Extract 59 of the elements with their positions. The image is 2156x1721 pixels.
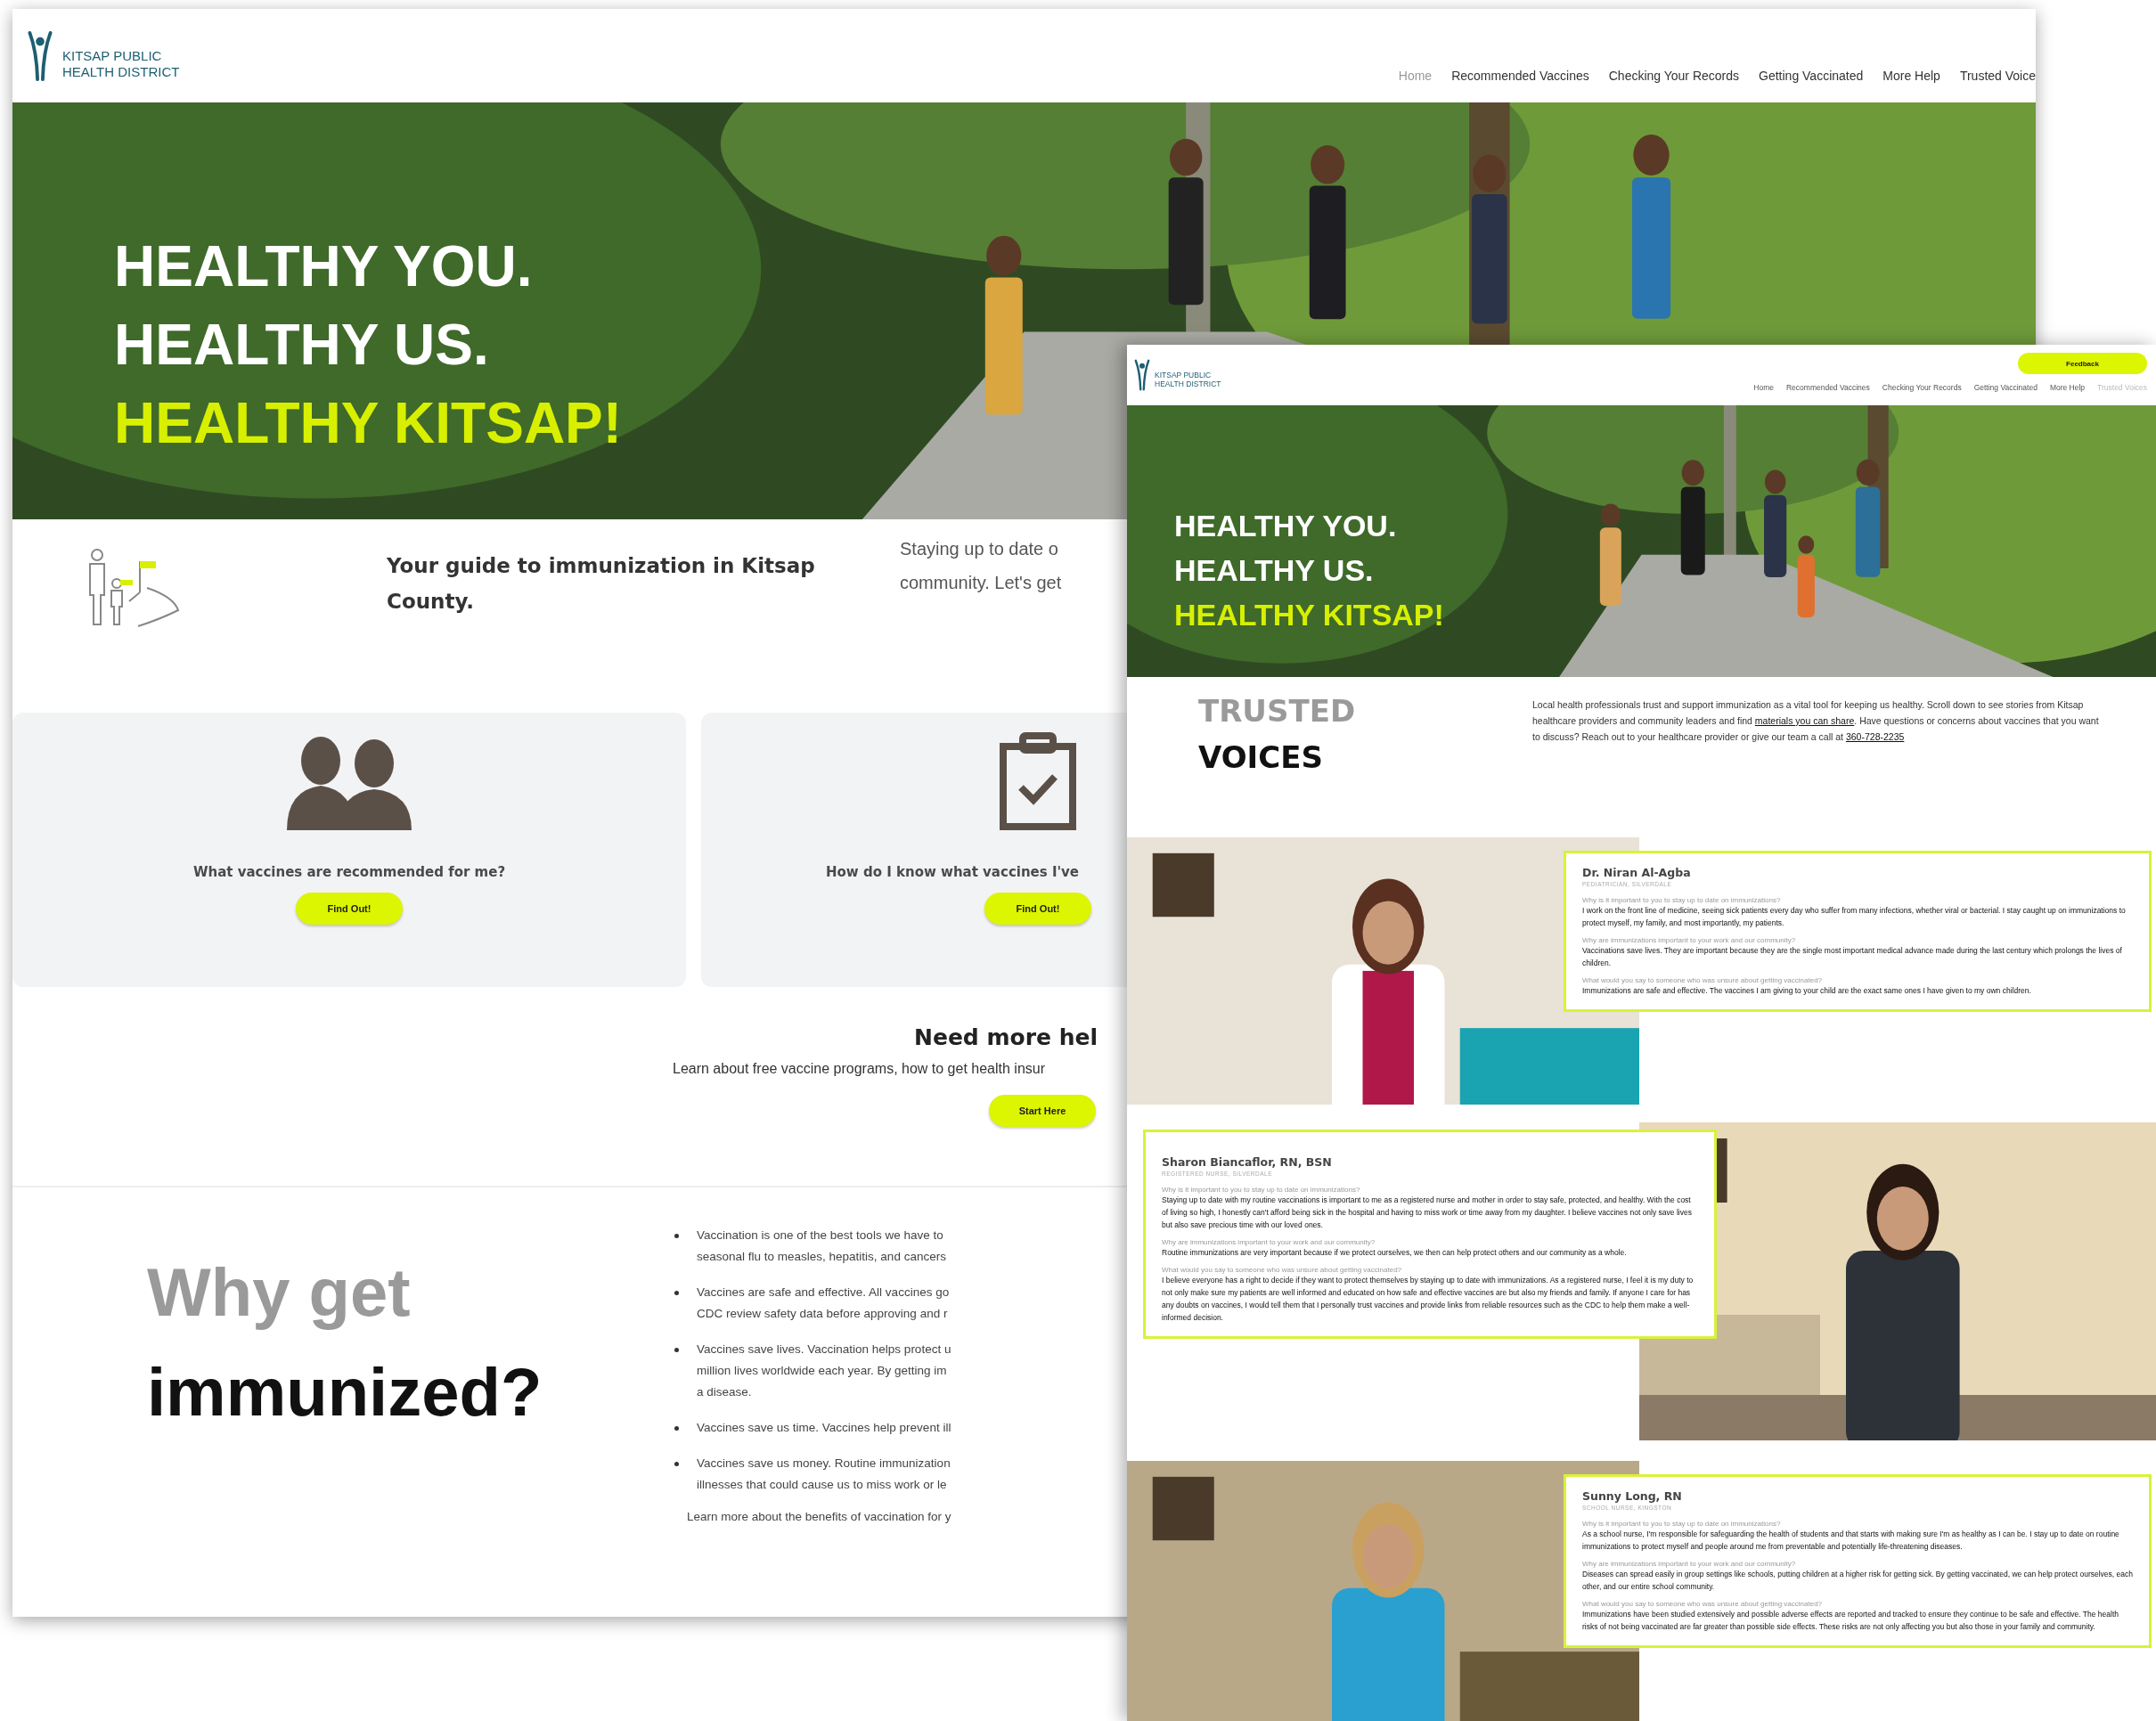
section-heading: Need more hel [914, 1024, 1098, 1050]
section-heading: immunized? [147, 1353, 543, 1431]
clipboard-icon [998, 732, 1078, 830]
logo-icon [27, 29, 53, 82]
card-question: How do I know what vaccines I've [826, 864, 1080, 880]
nav-link[interactable]: Checking Your Records [1608, 69, 1740, 83]
answer-text: Immunizations are safe and effective. The vaccines I am giving to your child are the exact same ones I have given to my own children. [1582, 985, 2032, 997]
find-out-button[interactable]: Find Out! [984, 893, 1091, 925]
start-here-button[interactable]: Start Here [989, 1095, 1096, 1127]
card-question: What vaccines are recommended for me? [192, 864, 506, 880]
question-text: What would you say to someone who was unsure about getting vaccinated? [1582, 1600, 1824, 1608]
hero-headline: HEALTHY US. [1174, 552, 1374, 589]
bullet-icon [674, 1348, 679, 1352]
intro-text: Staying up to date o community. Let's get [900, 538, 1062, 594]
person-name: Sunny Long, RN [1582, 1489, 1683, 1503]
question-text: Why is it important to you to stay up to date on immunizations? [1582, 1520, 1782, 1528]
answer-text: Routine immunizations are very important because if we protect ourselves, we then can help protect others and our community as a whole. [1162, 1247, 1628, 1259]
page-heading: VOICES [1198, 738, 1323, 777]
intro-paragraph: Local health professionals trust and support immunization as a vital tool for keeping us healthy. Scroll down to see stories from Kitsap healthcare providers and community leaders and find materials you can share. Have questions or concerns about vaccines that you want to discuss? Reach out to your healthcare provider or give our team a call at 360-728-2235 [1532, 698, 2100, 744]
bullet-icon [674, 1234, 679, 1238]
answer-text: Diseases can spread easily in group settings like schools, putting children at a higher risk for getting sick. By getting vaccinated, we can help protect ourselves, each other, and our entire school community. [1582, 1569, 2133, 1593]
page-heading: TRUSTED [1198, 692, 1356, 730]
bullet-text: Vaccines save lives. Vaccination helps protect u million lives worldwide each year. By getting im a disease. [697, 1342, 951, 1400]
question-text: Why are immunizations important to your work and our community? [1582, 936, 1797, 944]
link[interactable]: 360-728-2235 [1845, 731, 1905, 742]
bullet-text: Vaccines save us money. Routine immunization illnesses that could cause us to miss work or le [697, 1456, 951, 1493]
answer-text: As a school nurse, I'm responsible for safeguarding the health of students and that starts with making sure I'm as healthy as I can be. I stay up to date on routine immunizations to protect myself and people around me from preventable and potentially life-threatening diseases. [1582, 1529, 2120, 1553]
question-text: What would you say to someone who was unsure about getting vaccinated? [1162, 1266, 1403, 1274]
person-name: Dr. Niran Al-Agba [1582, 866, 1692, 879]
answer-text: I believe everyone has a right to decide if they want to protect themselves by staying up to date with immunizations. As a registered nurse, I feel it is my duty to not only make sure my patients are well informed and educated on how safe and effective vaccines are but also my friends and family. If anyone I care for has any doubts on vaccines, I would tell them that I personally trust vaccines and provide links from reliable resources such as the CDC to help them make a well-informed decision. [1162, 1275, 1695, 1324]
question-text: Why is it important to you to stay up to date on immunizations? [1582, 896, 1782, 904]
logo-text: KITSAP PUBLIC HEALTH DISTRICT [62, 46, 180, 80]
nav-link[interactable]: More Help [1882, 69, 1940, 83]
answer-text: Immunizations have been studied extensively and possible adverse effects are reported and tracked to ensure they continue to be safe and effective. The health risks of not being vaccinated are far greater than possible side effects. These risks are not only affecting you but also those in your family and community. [1582, 1609, 2119, 1633]
answer-text: I work on the front line of medicine, seeing sick patients every day who suffer from many infections, whether viral or bacterial. I stay caught up on immunizations to protect myself, my family, and most importantly, my patients. [1582, 905, 2127, 929]
bullet-text: Vaccines are safe and effective. All vaccines go CDC review safety data before approving and r [697, 1285, 950, 1322]
bullet-text: Vaccination is one of the best tools we have to seasonal flu to measles, hepatitis, and cancers [697, 1228, 946, 1265]
answer-text: Vaccinations save lives. They are important because they are the single most important medical advance made during the last century which prolongs the lives of children. [1582, 945, 2123, 969]
question-text: Why are immunizations important to your work and our community? [1582, 1560, 1797, 1568]
nav-link[interactable]: Trusted Voice [1959, 69, 2036, 83]
feedback-button[interactable]: Feedback [2018, 353, 2147, 374]
bullet-icon [674, 1291, 679, 1295]
bullet-icon [674, 1462, 679, 1466]
section-heading: Why get [147, 1253, 411, 1332]
question-text: Why is it important to you to stay up to date on immunizations? [1162, 1186, 1361, 1194]
answer-text: Staying up to date with my routine vaccinations is important to me as a registered nurse and mother in order to stay safe, protected, and healthy. With the cost of living so high, I honestly can't afford being sick in the hospital and having to miss work or time away from my daughter. I believe vaccines not only save lives but also save precious time with our loved ones. [1162, 1195, 1693, 1231]
section-text: Learn about free vaccine programs, how to get health insur [673, 1061, 1046, 1077]
question-text: What would you say to someone who was unsure about getting vaccinated? [1582, 976, 1824, 984]
bullet-icon [674, 1426, 679, 1431]
hero-headline: HEALTHY KITSAP! [1174, 597, 1444, 633]
question-text: Why are immunizations important to your work and our community? [1162, 1238, 1376, 1246]
intro-title: Your guide to immunization in Kitsap County. [387, 553, 816, 615]
find-out-button[interactable]: Find Out! [296, 893, 403, 925]
person-name: Sharon Biancaflor, RN, BSN [1162, 1155, 1333, 1169]
nav-link[interactable]: More Help [2049, 383, 2086, 392]
nav-link[interactable]: Getting Vaccinated [1759, 69, 1864, 83]
bullet-text: Vaccines save us time. Vaccines help prevent ill [697, 1420, 951, 1436]
nav-link[interactable]: Recommended Vaccines [1451, 69, 1589, 83]
section-text: Learn more about the benefits of vaccination for y [687, 1510, 951, 1523]
